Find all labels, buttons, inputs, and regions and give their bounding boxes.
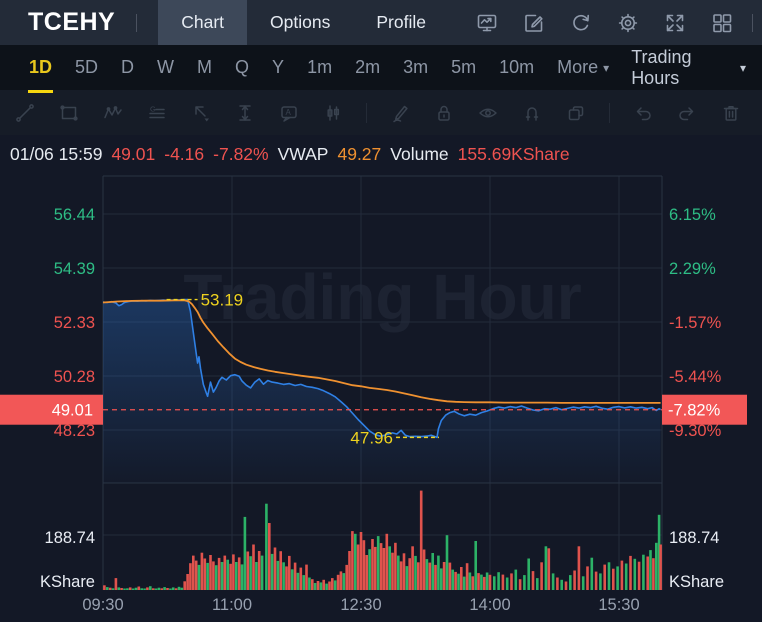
- timeframe-5d[interactable]: 5D: [74, 42, 99, 93]
- svg-text:11:00: 11:00: [212, 596, 252, 614]
- separator: [609, 102, 610, 123]
- current-price-badge: 49.01: [0, 394, 103, 425]
- undo-icon[interactable]: [632, 102, 654, 124]
- elliott-wave-icon[interactable]: [102, 102, 124, 124]
- header-bar: TCEHY Chart Options Profile Chart ▾: [0, 0, 762, 45]
- svg-text:49.01: 49.01: [52, 402, 93, 420]
- svg-text:2.29%: 2.29%: [669, 260, 716, 278]
- refresh-icon[interactable]: [569, 11, 593, 35]
- timeframe-q[interactable]: Q: [234, 42, 250, 93]
- timeframe-w[interactable]: W: [156, 42, 175, 93]
- candle-pattern-icon[interactable]: [322, 102, 344, 124]
- svg-text:50.28: 50.28: [54, 368, 95, 386]
- separator: [366, 102, 367, 123]
- session-dropdown[interactable]: Trading Hours ▾: [631, 47, 746, 89]
- chevron-down-icon: ▾: [739, 60, 746, 75]
- cursor-arrow-icon[interactable]: [190, 102, 212, 124]
- text-note-icon[interactable]: A: [278, 102, 300, 124]
- separator: [136, 13, 138, 32]
- quote-price: 49.01: [111, 143, 156, 164]
- tab-options[interactable]: Options: [247, 0, 353, 45]
- svg-text:KShare: KShare: [40, 573, 95, 591]
- symbol-label: TCEHY: [28, 8, 116, 36]
- header-icons: [475, 11, 734, 35]
- quote-datetime: 01/06 15:59: [10, 143, 103, 164]
- tab-chart[interactable]: Chart: [158, 0, 248, 45]
- magnet-icon[interactable]: [521, 102, 543, 124]
- svg-text:52.33: 52.33: [54, 314, 95, 332]
- timeframe-5m[interactable]: 5m: [450, 42, 477, 93]
- trash-icon[interactable]: [720, 102, 742, 124]
- eye-icon[interactable]: [477, 102, 499, 124]
- gear-icon[interactable]: [616, 11, 640, 35]
- redo-icon[interactable]: [676, 102, 698, 124]
- svg-text:-7.82%: -7.82%: [668, 402, 721, 420]
- svg-text:-1.57%: -1.57%: [669, 314, 722, 332]
- svg-text:188.74: 188.74: [669, 529, 719, 547]
- svg-text:15:30: 15:30: [598, 596, 639, 614]
- svg-text:56.44: 56.44: [54, 206, 95, 224]
- volume-value: 155.69KShare: [457, 143, 570, 164]
- svg-text:09:30: 09:30: [82, 596, 123, 614]
- svg-text:14:00: 14:00: [469, 596, 510, 614]
- drawing-toolbar: G A: [0, 90, 762, 135]
- svg-text:54.39: 54.39: [54, 260, 95, 278]
- svg-text:188.74: 188.74: [45, 529, 95, 547]
- timeframe-10m[interactable]: 10m: [498, 42, 535, 93]
- timeframe-2m[interactable]: 2m: [354, 42, 381, 93]
- svg-text:-5.44%: -5.44%: [669, 368, 722, 386]
- current-pct-badge: -7.82%: [662, 394, 747, 425]
- timeframe-more-dropdown[interactable]: More ▾: [556, 42, 610, 93]
- gann-lines-icon[interactable]: G: [146, 102, 168, 124]
- svg-text:53.19: 53.19: [201, 291, 244, 310]
- edit-pencil-icon[interactable]: [522, 11, 546, 35]
- volume-label: Volume: [390, 143, 449, 164]
- vwap-value: 49.27: [337, 143, 382, 164]
- brush-icon[interactable]: [389, 102, 411, 124]
- svg-text:12:30: 12:30: [340, 596, 381, 614]
- separator: [751, 13, 753, 32]
- timeframe-m[interactable]: M: [196, 42, 213, 93]
- trend-line-icon[interactable]: [14, 102, 36, 124]
- timeframe-3m[interactable]: 3m: [402, 42, 429, 93]
- quote-change-pct: -7.82%: [213, 143, 269, 164]
- price-chart-area[interactable]: Trading Hour 53.19 47.96 56.44 54.39 52.33 5…: [0, 173, 762, 622]
- quote-change: -4.16: [164, 143, 205, 164]
- timeframe-1m[interactable]: 1m: [306, 42, 333, 93]
- svg-text:6.15%: 6.15%: [669, 206, 716, 224]
- tab-profile[interactable]: Profile: [353, 0, 449, 45]
- lock-icon[interactable]: [433, 102, 455, 124]
- time-axis-labels: 09:30 11:00 12:30 14:00 15:30: [82, 596, 639, 614]
- shape-rect-icon[interactable]: [58, 102, 80, 124]
- timeframe-bar: 1D 5D D W M Q Y 1m 2m 3m 5m 10m More ▾ T…: [0, 42, 762, 93]
- duplicate-icon[interactable]: [565, 102, 587, 124]
- svg-text:A: A: [286, 108, 292, 117]
- chart-monitor-icon[interactable]: [475, 11, 499, 35]
- svg-text:G: G: [150, 104, 156, 113]
- price-chart-svg: Trading Hour 53.19 47.9656.4454.3952.335…: [0, 175, 747, 614]
- svg-text:KShare: KShare: [669, 573, 724, 591]
- chevron-down-icon: ▾: [603, 60, 610, 75]
- svg-text:47.96: 47.96: [350, 428, 393, 447]
- price-range-icon[interactable]: [234, 102, 256, 124]
- timeframe-y[interactable]: Y: [271, 42, 285, 93]
- volume-bars: [103, 490, 662, 590]
- timeframe-d[interactable]: D: [120, 42, 135, 93]
- quote-line: 01/06 15:59 49.01 -4.16 -7.82% VWAP 49.2…: [0, 135, 762, 173]
- expand-icon[interactable]: [663, 11, 687, 35]
- timeframe-1d[interactable]: 1D: [28, 42, 54, 93]
- vwap-label: VWAP: [277, 143, 329, 164]
- layout-grid-icon[interactable]: [710, 11, 734, 35]
